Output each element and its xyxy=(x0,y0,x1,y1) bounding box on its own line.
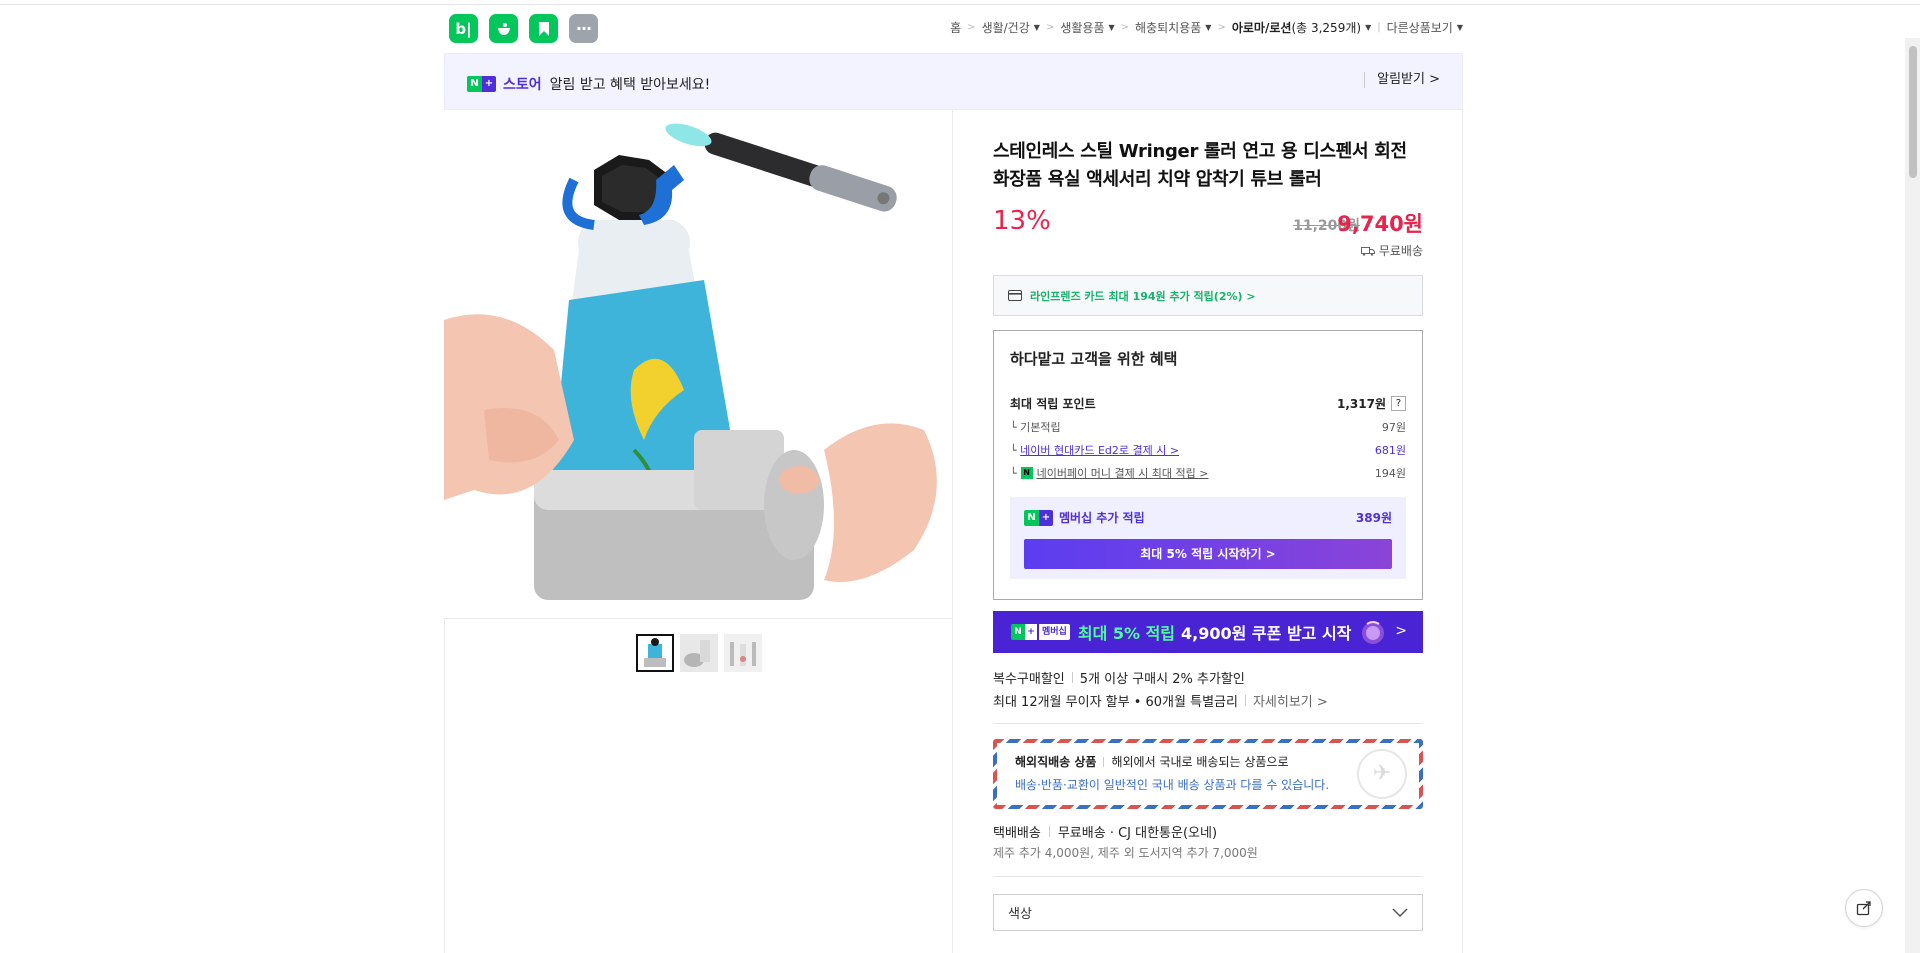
banner-message: 알림 받고 혜택 받아보세요! xyxy=(549,77,711,93)
product-main-image[interactable] xyxy=(444,110,952,618)
breadcrumb-home[interactable]: 홈 xyxy=(950,19,961,36)
installment-label: 최대 12개월 무이자 할부 • 60개월 특별금리 xyxy=(993,695,1238,710)
max-point-value: 1,317원 xyxy=(1337,397,1386,411)
thumbnail-1[interactable] xyxy=(636,634,674,672)
point-row-link[interactable]: 네이버 현대카드 Ed2로 결제 시 > xyxy=(1020,444,1179,457)
benefit-title: 하다맡고 고객을 위한 혜택 xyxy=(1010,350,1178,368)
truck-icon xyxy=(1360,246,1375,256)
shopping-app-icon[interactable] xyxy=(489,14,518,43)
discount-rate: 13% xyxy=(993,206,1051,236)
point-row-card[interactable]: └ 네이버 현대카드 Ed2로 결제 시 > 681원 xyxy=(1010,442,1406,458)
naver-plus-logo: N + xyxy=(1024,509,1053,526)
airplane-stamp-icon: ✈ xyxy=(1357,749,1407,799)
bookmark-app-icon[interactable] xyxy=(529,14,558,43)
store-badge: N + 스토어 알림 받고 혜택 받아보세요! xyxy=(467,74,710,94)
shipping-type: 택배배송 xyxy=(993,826,1041,841)
more-apps-icon[interactable]: ··· xyxy=(569,14,598,43)
membership-start-button[interactable]: 최대 5% 적립 시작하기 > xyxy=(1024,539,1392,569)
multi-discount-label: 복수구매할인 xyxy=(993,672,1065,687)
chevron-down-icon xyxy=(1392,908,1408,917)
option-label: 색상 xyxy=(1008,907,1032,922)
credit-card-icon xyxy=(1008,290,1022,301)
help-icon[interactable]: ? xyxy=(1391,396,1406,411)
section-divider xyxy=(993,876,1423,877)
membership-label: 멤버십 추가 적립 xyxy=(1059,511,1145,525)
membership-box: N + 멤버십 추가 적립 389원 최대 5% 적립 시작하기 > xyxy=(1010,497,1406,579)
shipping-extra: 제주 추가 4,000원, 제주 외 도서지역 추가 7,000원 xyxy=(993,846,1258,860)
multi-discount-value: 5개 이상 구매시 2% 추가할인 xyxy=(1079,672,1245,687)
point-row-label: 기본적립 xyxy=(1020,421,1061,434)
coupon-text: 4,900원 쿠폰 받고 시작 xyxy=(1181,624,1352,643)
free-shipping-tag: 무료배송 xyxy=(1360,242,1423,259)
breadcrumb-separator: > xyxy=(1045,22,1055,33)
breadcrumb-separator: | xyxy=(1377,22,1381,33)
chevron-down-icon[interactable]: ▼ xyxy=(1365,23,1371,32)
overseas-title: 해외직배송 상품 xyxy=(1015,755,1097,769)
breadcrumb-health[interactable]: 생활/건강 xyxy=(982,19,1030,36)
scrollbar-thumb[interactable] xyxy=(1909,46,1917,178)
point-row-value: 194원 xyxy=(1374,467,1406,480)
gift-icon xyxy=(1362,621,1385,644)
top-border xyxy=(0,0,1920,5)
coupon-highlight: 최대 5% 적립 xyxy=(1077,624,1176,643)
store-label: 스토어 xyxy=(503,77,542,93)
max-point-label: 최대 적립 포인트 xyxy=(1010,397,1096,411)
notification-banner: N + 스토어 알림 받고 혜택 받아보세요! 알림받기 > xyxy=(444,53,1463,110)
alarm-button[interactable]: 알림받기 > xyxy=(1364,72,1440,88)
thumbnail-list xyxy=(636,634,762,672)
point-row-value: 681원 xyxy=(1374,444,1406,457)
app-icons: b| ··· xyxy=(449,14,598,43)
breadcrumb: 홈 > 생활/건강 ▼ > 생활용품 ▼ > 해충퇴치용품 ▼ > 아로마/로션(총 … xyxy=(950,19,1463,36)
section-divider xyxy=(993,723,1423,724)
point-row-link[interactable]: 네이버페이 머니 결제 시 최대 적립 > xyxy=(1037,465,1209,481)
breadcrumb-count: (총 3,259개) xyxy=(1291,21,1362,35)
breadcrumb-separator: > xyxy=(1120,22,1130,33)
sale-price: 9,740원 xyxy=(1337,212,1423,236)
shipping-detail: 무료배송 · CJ 대한통운(오네) xyxy=(1057,826,1218,841)
column-divider xyxy=(952,110,953,953)
blog-app-icon[interactable]: b| xyxy=(449,14,478,43)
chevron-down-icon[interactable]: ▼ xyxy=(1109,23,1115,32)
card-offer-text: 라인프렌즈 카드 최대 194원 추가 적립(2%) > xyxy=(1030,289,1256,303)
breadcrumb-current[interactable]: 아로마/로션(총 3,259개) xyxy=(1232,19,1361,36)
benefit-box: 하다맡고 고객을 위한 혜택 최대 적립 포인트 1,317원? └ 기본적립 … xyxy=(993,330,1423,600)
breadcrumb-current-label: 아로마/로션 xyxy=(1231,21,1292,35)
shipping-info: 택배배송 무료배송 · CJ 대한통운(오네) xyxy=(993,822,1217,841)
overseas-shipping-notice: 해외직배송 상품 해외에서 국내로 배송되는 상품으로 배송·반품·교환이 일반적… xyxy=(993,739,1423,809)
installment-detail-link[interactable]: 자세히보기 > xyxy=(1253,691,1328,710)
overseas-line2: 배송·반품·교환이 일반적인 국내 배송 상품과 다를 수 있습니다. xyxy=(1015,778,1330,792)
overseas-line1: 해외에서 국내로 배송되는 상품으로 xyxy=(1111,755,1289,769)
npay-icon: N xyxy=(1020,467,1033,479)
breadcrumb-separator: > xyxy=(967,22,976,33)
chevron-down-icon[interactable]: ▼ xyxy=(1034,23,1040,32)
card-offer-box[interactable]: 라인프렌즈 카드 최대 194원 추가 적립(2%) > xyxy=(993,275,1423,316)
naver-plus-membership-badge: N + 멤버십 xyxy=(1011,624,1070,640)
membership-coupon-banner[interactable]: N + 멤버십 최대 5% 적립 4,900원 쿠폰 받고 시작 > xyxy=(993,611,1423,653)
breadcrumb-pest[interactable]: 해충퇴치용품 xyxy=(1135,19,1201,36)
multi-discount: 복수구매할인 5개 이상 구매시 2% 추가할인 xyxy=(993,668,1245,687)
other-products-link[interactable]: 다른상품보기 xyxy=(1387,19,1453,36)
header: b| ··· 홈 > 생활/건강 ▼ > 생활용품 ▼ > 해충퇴치용품 ▼ > 아로… xyxy=(448,14,1463,46)
breadcrumb-daily[interactable]: 생활용품 xyxy=(1060,19,1104,36)
chevron-down-icon[interactable]: ▼ xyxy=(1205,23,1211,32)
membership-value: 389원 xyxy=(1355,511,1392,525)
max-point-row: 최대 적립 포인트 1,317원? xyxy=(1010,395,1406,412)
naver-plus-logo: N + xyxy=(467,76,496,92)
chevron-down-icon[interactable]: ▼ xyxy=(1457,23,1463,32)
product-title: 스테인레스 스틸 Wringer 롤러 연고 용 디스펜서 회전 화장품 욕실 … xyxy=(993,141,1407,190)
chevron-right-icon: > xyxy=(1395,623,1407,639)
point-row-value: 97원 xyxy=(1381,421,1406,434)
free-shipping-label: 무료배송 xyxy=(1378,244,1423,258)
thumbnail-3[interactable] xyxy=(724,634,762,672)
membership-label-row: N + 멤버십 추가 적립 xyxy=(1024,509,1145,526)
point-row-basic: └ 기본적립 97원 xyxy=(1010,421,1406,434)
share-button[interactable] xyxy=(1845,889,1883,927)
installment-info: 최대 12개월 무이자 할부 • 60개월 특별금리 자세히보기 > xyxy=(993,691,1328,710)
point-row-npay[interactable]: └ N 네이버페이 머니 결제 시 최대 적립 > 194원 xyxy=(1010,465,1406,481)
share-icon xyxy=(1856,901,1871,916)
breadcrumb-separator: > xyxy=(1217,22,1226,33)
image-divider xyxy=(444,618,952,619)
thumbnail-2[interactable] xyxy=(680,634,718,672)
color-option-select[interactable]: 색상 xyxy=(993,894,1423,931)
